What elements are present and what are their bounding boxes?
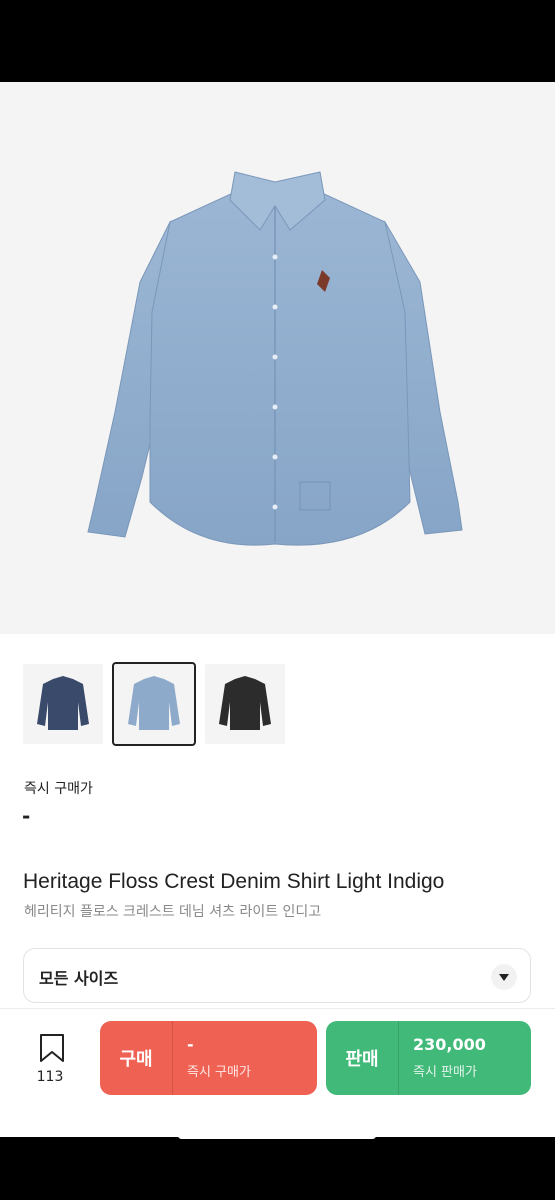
bottom-action-bar: 113 구매 - 즉시 구매가 판매 230,000 즉시 판매가 (0, 1008, 555, 1137)
size-select[interactable]: 모든 사이즈 (23, 948, 531, 1003)
buy-button-label: 구매 (119, 1049, 153, 1070)
shirt-thumb-icon (219, 676, 271, 730)
bookmark-icon (40, 1034, 64, 1062)
instant-buy-label: 즉시 구매가 (24, 781, 93, 797)
buy-button-divider (172, 1021, 173, 1095)
wishlist-count: 113 (36, 1069, 64, 1085)
product-title-en: Heritage Floss Crest Denim Shirt Light I… (23, 870, 445, 893)
home-indicator[interactable] (178, 1132, 376, 1139)
shirt-thumb-icon (37, 676, 89, 730)
chevron-down-icon (491, 964, 517, 990)
sell-button[interactable]: 판매 230,000 즉시 판매가 (326, 1021, 531, 1095)
thumbnail-black[interactable] (205, 664, 285, 744)
product-screen: 즉시 구매가 - Heritage Floss Crest Denim Shir… (0, 82, 555, 1137)
size-select-label: 모든 사이즈 (39, 969, 119, 988)
thumbnail-navy[interactable] (23, 664, 103, 744)
sell-button-price: 230,000 (413, 1035, 486, 1054)
buy-button-price: - (187, 1035, 194, 1054)
buy-button[interactable]: 구매 - 즉시 구매가 (100, 1021, 317, 1095)
sell-button-label: 판매 (345, 1049, 379, 1070)
denim-shirt-image (87, 171, 463, 546)
instant-buy-price: - (22, 804, 31, 828)
product-hero-image[interactable] (0, 82, 555, 634)
wishlist-button[interactable]: 113 (36, 1033, 68, 1093)
sell-button-sublabel: 즉시 판매가 (413, 1065, 477, 1080)
shirt-thumb-icon (128, 676, 180, 730)
buy-button-sublabel: 즉시 구매가 (187, 1065, 251, 1080)
product-title-ko: 헤리티지 플로스 크레스트 데님 셔츠 라이트 인디고 (24, 904, 322, 920)
thumbnail-light-indigo[interactable] (112, 662, 196, 746)
sell-button-divider (398, 1021, 399, 1095)
